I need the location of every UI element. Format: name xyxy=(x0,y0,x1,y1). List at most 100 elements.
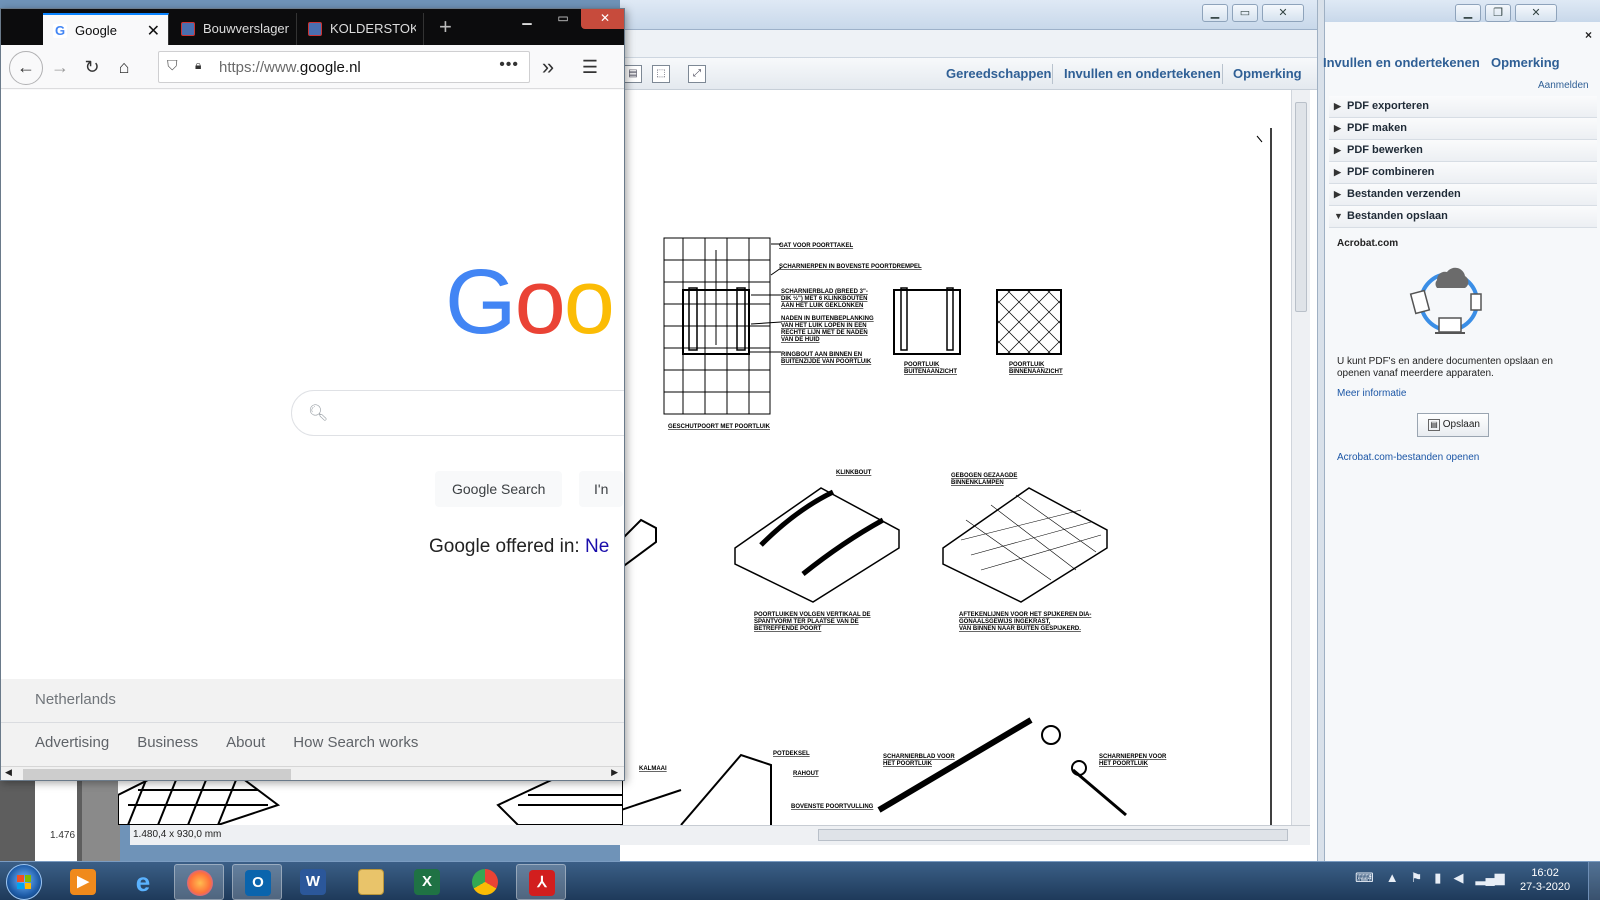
volume-icon[interactable]: ◀ xyxy=(1453,870,1463,886)
taskbar-internet-explorer[interactable]: e xyxy=(118,864,168,900)
pane-close-button[interactable]: × xyxy=(1585,28,1592,42)
label-naden: NADEN IN BUITENBEPLANKING xyxy=(781,316,874,322)
tool-pdf-combine[interactable]: ▶ PDF combineren xyxy=(1329,162,1597,184)
thumbnail-gutter xyxy=(82,775,120,861)
caret-right-icon: ▶ xyxy=(1334,101,1341,111)
lock-icon[interactable]: 🔒︎ xyxy=(195,58,201,73)
tab-google[interactable]: G Google ✕ xyxy=(43,13,169,45)
taskbar-outlook[interactable]: O xyxy=(232,864,282,900)
tab-comment[interactable]: Opmerking xyxy=(1491,55,1560,70)
how-search-works-link[interactable]: How Search works xyxy=(293,734,418,751)
pdf-horizontal-scrollbar[interactable] xyxy=(620,825,1310,845)
system-clock[interactable]: 16:02 27-3-2020 xyxy=(1520,866,1570,894)
advertising-link[interactable]: Advertising xyxy=(35,734,109,751)
pdf-document-view[interactable]: GAT VOOR POORTTAKEL SCHARNIERPEN IN BOVE… xyxy=(620,90,1310,825)
acrobat-toolbar: ▤ ⬚ ⤢ Gereedschappen Invullen en onderte… xyxy=(620,58,1320,90)
country-label: Netherlands xyxy=(35,691,116,708)
close-tab-icon[interactable]: ✕ xyxy=(147,21,160,41)
network-icon[interactable]: ▂▄▆ xyxy=(1475,870,1504,886)
taskbar-acrobat[interactable]: ⅄ xyxy=(516,864,566,900)
taskbar-chrome[interactable] xyxy=(460,864,510,900)
hamburger-menu-button[interactable]: ☰ xyxy=(577,55,603,81)
tab-kolderstok[interactable]: KOLDERSTOK B xyxy=(298,13,424,45)
start-button[interactable] xyxy=(6,864,42,900)
tools-link[interactable]: Gereedschappen xyxy=(946,66,1052,81)
taskbar-file-explorer[interactable] xyxy=(346,864,396,900)
maximize-button[interactable]: ▭ xyxy=(545,9,581,29)
close-button[interactable]: ✕ xyxy=(1262,4,1304,22)
scroll-thumb[interactable] xyxy=(1295,102,1307,312)
overflow-menu-button[interactable]: » xyxy=(535,55,561,81)
open-acrobat-files-link[interactable]: Acrobat.com-bestanden openen xyxy=(1337,452,1479,463)
new-tab-button[interactable]: + xyxy=(439,16,452,38)
power-icon[interactable]: ▮ xyxy=(1434,870,1441,886)
url-bar[interactable]: ⛉ 🔒︎ https://www.google.nl ••• xyxy=(158,51,530,83)
scroll-thumb[interactable] xyxy=(818,829,1288,841)
taskbar-firefox[interactable] xyxy=(174,864,224,900)
site-favicon-icon xyxy=(181,22,195,36)
page-horizontal-scrollbar[interactable]: ◀ ▶ xyxy=(1,766,624,780)
page-actions-button[interactable]: ••• xyxy=(499,56,519,74)
tool-send-files[interactable]: ▶ Bestanden verzenden xyxy=(1329,184,1597,206)
fullscreen-icon[interactable]: ⤢ xyxy=(688,65,706,83)
close-button[interactable]: ✕ xyxy=(1515,4,1557,22)
label-scharnierblad: SCHARNIERBLAD (BREED 3"- xyxy=(781,289,868,295)
language-link[interactable]: Ne xyxy=(585,536,609,557)
tool-label: PDF combineren xyxy=(1347,166,1435,178)
business-link[interactable]: Business xyxy=(137,734,198,751)
pdf-vertical-scrollbar[interactable] xyxy=(1291,90,1310,825)
save-icon[interactable]: ▤ xyxy=(624,65,642,83)
google-search-button[interactable]: Google Search xyxy=(435,471,563,507)
minimize-button[interactable]: ▁ xyxy=(1455,4,1481,22)
label-potdeksel: POTDEKSEL xyxy=(773,751,810,757)
back-button[interactable]: ← xyxy=(9,51,43,85)
maximize-button[interactable]: ▭ xyxy=(1232,4,1258,22)
restore-button[interactable]: ❐ xyxy=(1485,4,1511,22)
label-rahout: RAHOUT xyxy=(793,771,819,777)
taskbar-excel[interactable]: X xyxy=(402,864,452,900)
keyboard-icon[interactable]: ⌨ xyxy=(1355,870,1374,886)
minimize-button[interactable]: ▁ xyxy=(509,9,545,29)
tool-pdf-edit[interactable]: ▶ PDF bewerken xyxy=(1329,140,1597,162)
search-input[interactable]: 🔍︎ xyxy=(291,390,624,436)
fill-sign-link[interactable]: Invullen en ondertekenen xyxy=(1064,66,1221,81)
pane-window-controls: ▁ ❐ ✕ xyxy=(1455,4,1557,22)
taskbar-media-player[interactable]: ▶ xyxy=(58,864,108,900)
tool-pdf-create[interactable]: ▶ PDF maken xyxy=(1329,118,1597,140)
url-text[interactable]: https://www.google.nl xyxy=(219,59,361,76)
forward-button[interactable]: → xyxy=(47,55,73,81)
pane-splitter[interactable] xyxy=(1317,0,1325,861)
lucky-button[interactable]: I'n xyxy=(579,471,624,507)
label-poortvulling: BOVENSTE POORTVULLING xyxy=(791,804,874,810)
page-thumbnail[interactable] xyxy=(35,775,77,861)
about-link[interactable]: About xyxy=(226,734,265,751)
scroll-left-icon[interactable]: ◀ xyxy=(5,767,12,778)
firefox-icon xyxy=(187,870,213,896)
tracking-shield-icon[interactable]: ⛉ xyxy=(167,57,178,74)
home-button[interactable]: ⌂ xyxy=(111,55,137,81)
acrobat-tools-pane: ▁ ❐ ✕ × Invullen en ondertekenen Opmerki… xyxy=(1323,0,1600,861)
tool-label: Bestanden opslaan xyxy=(1347,210,1448,222)
tool-pdf-export[interactable]: ▶ PDF exporteren xyxy=(1329,96,1597,118)
show-desktop-button[interactable] xyxy=(1588,862,1600,900)
scroll-right-icon[interactable]: ▶ xyxy=(611,767,618,778)
signin-link[interactable]: Aanmelden xyxy=(1538,80,1589,91)
show-hidden-icons-icon[interactable]: ▲ xyxy=(1386,870,1399,886)
comment-link[interactable]: Opmerking xyxy=(1233,66,1302,81)
fit-page-icon[interactable]: ⬚ xyxy=(652,65,670,83)
tab-fill-sign[interactable]: Invullen en ondertekenen xyxy=(1323,55,1480,70)
save-button[interactable]: ▤ Opslaan xyxy=(1417,413,1489,437)
action-center-icon[interactable]: ⚑ xyxy=(1411,870,1423,886)
scroll-thumb[interactable] xyxy=(23,769,291,780)
more-info-link[interactable]: Meer informatie xyxy=(1337,388,1406,399)
tool-label: PDF maken xyxy=(1347,122,1407,134)
label-gat: GAT VOOR POORTTAKEL xyxy=(779,243,853,249)
close-button[interactable]: ✕ xyxy=(581,9,624,29)
internet-explorer-icon: e xyxy=(135,867,151,897)
minimize-button[interactable]: ▁ xyxy=(1202,4,1228,22)
reload-button[interactable]: ↻ xyxy=(79,55,105,81)
tab-bouwverslagen[interactable]: Bouwverslagen xyxy=(171,13,297,45)
taskbar-word[interactable]: W xyxy=(288,864,338,900)
windows-taskbar: ▶ e O W X ⅄ ⌨ ▲ ⚑ ▮ ◀ ▂▄▆ 16:02 27-3-202… xyxy=(0,861,1600,900)
tool-store-files[interactable]: ▼ Bestanden opslaan xyxy=(1329,206,1597,228)
